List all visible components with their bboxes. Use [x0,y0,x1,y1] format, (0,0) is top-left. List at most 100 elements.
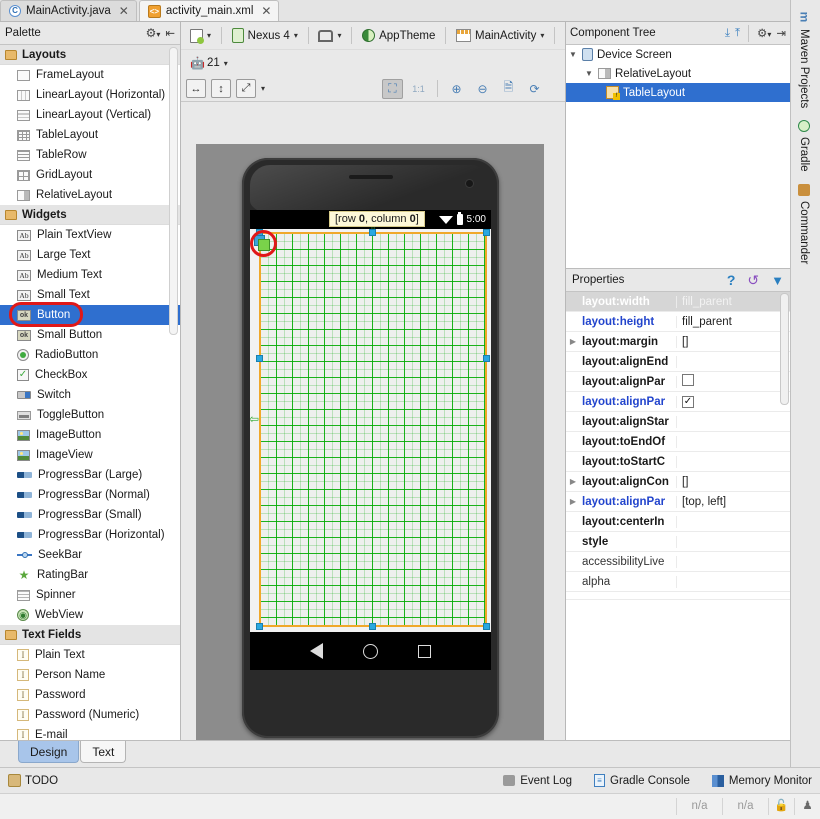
palette-list[interactable]: Layouts FrameLayout LinearLayout (Horizo… [0,45,180,740]
palette-item-tablelayout[interactable]: TableLayout [0,125,180,145]
property-row-partial[interactable] [566,592,790,600]
help-icon[interactable]: ? [727,272,736,288]
expander-icon[interactable]: ▶ [566,477,580,486]
property-row-layout-alignparent-3[interactable]: ▶ layout:alignPar [top, left] [566,492,790,512]
palette-item-relativelayout[interactable]: RelativeLayout [0,185,180,205]
property-row-layout-alignend[interactable]: layout:alignEnd [566,352,790,372]
property-value[interactable]: ✓ [677,395,790,408]
property-row-layout-alignparent-2[interactable]: layout:alignPar ✓ [566,392,790,412]
property-value[interactable] [677,374,790,389]
resize-handle-bottom-center[interactable] [369,623,376,630]
palette-item-seekbar[interactable]: SeekBar [0,545,180,565]
property-row-layout-width[interactable]: layout:width fill_parent [566,292,790,312]
properties-table[interactable]: layout:width fill_parent layout:height f… [566,292,790,740]
tool-window-commander[interactable]: Commander [798,178,810,270]
palette-item-password[interactable]: I Password [0,685,180,705]
palette-item-progressbar-large[interactable]: ProgressBar (Large) [0,465,180,485]
resize-handle-middle-right[interactable] [483,354,490,362]
palette-group-text-fields[interactable]: Text Fields [0,625,180,645]
hide-panel-icon[interactable]: ⇥ [776,26,786,40]
palette-item-radiobutton[interactable]: RadioButton [0,345,180,365]
refresh-icon[interactable]: ⟳ [524,79,545,99]
tool-window-gradle[interactable]: Gradle [798,114,810,178]
property-value[interactable]: [top, left] [677,496,790,508]
palette-item-plain-text[interactable]: I Plain Text [0,645,180,665]
property-row-accessibilityliveregion[interactable]: accessibilityLive [566,552,790,572]
close-icon[interactable]: ✕ [119,4,129,18]
palette-item-framelayout[interactable]: FrameLayout [0,65,180,85]
palette-item-imagebutton[interactable]: ImageButton [0,425,180,445]
palette-item-password-numeric[interactable]: I Password (Numeric) [0,705,180,725]
document-icon[interactable]: 🗎 [498,79,519,99]
palette-item-large-text[interactable]: Ab Large Text [0,245,180,265]
property-row-layout-toendof[interactable]: layout:toEndOf [566,432,790,452]
palette-item-imageview[interactable]: ImageView [0,445,180,465]
property-value[interactable]: [] [677,476,790,488]
tab-text[interactable]: Text [80,741,127,763]
tree-node-device-screen[interactable]: ▼ Device Screen [566,45,790,64]
palette-item-linearlayout-vertical[interactable]: LinearLayout (Vertical) [0,105,180,125]
collapse-icon[interactable]: ⇤ [165,26,175,40]
recents-square-icon[interactable] [418,644,431,658]
palette-item-switch[interactable]: Switch [0,385,180,405]
gradle-console-button[interactable]: ≡ Gradle Console [594,774,690,787]
property-row-layout-margin[interactable]: ▶ layout:margin [] [566,332,790,352]
home-circle-icon[interactable] [363,643,378,659]
palette-group-layouts[interactable]: Layouts [0,45,180,65]
gear-icon[interactable]: ⚙▾ [146,26,161,40]
fit-height-icon[interactable]: ↕ [211,79,231,98]
palette-group-widgets[interactable]: Widgets [0,205,180,225]
palette-item-checkbox[interactable]: ✓ CheckBox [0,365,180,385]
filter-icon[interactable]: ▼ [771,273,784,288]
device-screen[interactable]: 5:00 ⇧ ⇦ [row 0, column 0] [250,210,491,670]
chevron-down-icon[interactable]: ▼ [568,50,578,59]
palette-item-button[interactable]: ok Button [0,302,180,327]
tab-design[interactable]: Design [18,741,80,763]
palette-item-plain-textview[interactable]: Ab Plain TextView [0,225,180,245]
property-row-layout-aligncomponent[interactable]: ▶ layout:alignCon [] [566,472,790,492]
resize-handle-bottom-left[interactable] [256,623,263,630]
property-row-layout-centerin[interactable]: layout:centerIn [566,512,790,532]
property-value[interactable]: [] [677,336,790,348]
collapse-all-icon[interactable]: ⤒ [735,27,740,40]
expand-all-icon[interactable]: ⤓ [725,27,730,40]
person-icon[interactable]: ♟ [794,798,820,815]
resize-handle-middle-left[interactable] [256,354,263,362]
property-row-layout-tostartof[interactable]: layout:toStartC [566,452,790,472]
back-triangle-icon[interactable] [310,643,323,659]
palette-item-small-button[interactable]: ok Small Button [0,325,180,345]
chevron-down-icon[interactable]: ▾ [261,84,265,93]
memory-monitor-button[interactable]: Memory Monitor [711,774,812,787]
zoom-actual-size-icon[interactable]: 1:1 [408,79,429,99]
palette-scrollbar[interactable] [169,47,178,335]
palette-item-medium-text[interactable]: Ab Medium Text [0,265,180,285]
palette-item-progressbar-horizontal[interactable]: ProgressBar (Horizontal) [0,525,180,545]
palette-item-progressbar-small[interactable]: ProgressBar (Small) [0,505,180,525]
todo-button[interactable]: TODO [8,774,58,787]
expander-icon[interactable]: ▶ [566,497,580,506]
tablelayout-widget[interactable]: ⇧ ⇦ [250,221,490,630]
chevron-down-icon[interactable]: ▼ [584,69,594,78]
palette-item-person-name[interactable]: I Person Name [0,665,180,685]
tab-activity-main-xml[interactable]: <> activity_main.xml ✕ [138,0,280,21]
restore-default-icon[interactable]: ↺ [747,272,759,289]
palette-item-togglebutton[interactable]: ToggleButton [0,405,180,425]
unlock-icon[interactable]: 🔓 [768,798,794,815]
orientation-button[interactable]: ▾ [314,28,345,44]
palette-item-ratingbar[interactable]: ★ RatingBar [0,565,180,585]
theme-button[interactable]: AppTheme [358,27,439,44]
activity-button[interactable]: MainActivity ▾ [452,27,548,44]
property-row-style[interactable]: style [566,532,790,552]
palette-item-tablerow[interactable]: TableRow [0,145,180,165]
tab-mainactivity-java[interactable]: C MainActivity.java ✕ [0,0,137,21]
property-value[interactable]: fill_parent [677,316,790,328]
fit-screen-icon[interactable]: ⤢ [236,79,256,98]
preview-canvas[interactable]: 5:00 ⇧ ⇦ [row 0, column 0] [181,102,595,740]
close-icon[interactable]: ✕ [261,4,271,18]
resize-handle-bottom-right[interactable] [483,623,490,630]
palette-item-gridlayout[interactable]: GridLayout [0,165,180,185]
property-row-layout-alignparent-1[interactable]: layout:alignPar [566,372,790,392]
checkbox-checked[interactable]: ✓ [682,396,694,408]
resize-handle-top-center[interactable] [369,229,376,236]
zoom-to-fit-icon[interactable]: ⛶ [382,78,403,99]
